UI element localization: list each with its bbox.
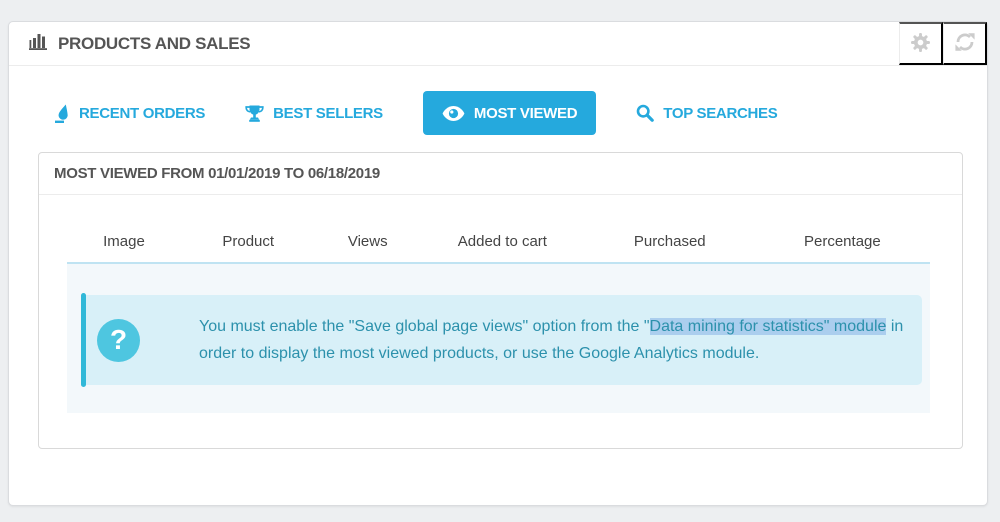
refresh-icon bbox=[954, 32, 975, 55]
tab-most-viewed[interactable]: MOST VIEWED bbox=[422, 91, 597, 135]
column-header-views: Views bbox=[347, 233, 388, 250]
eye-icon bbox=[442, 105, 465, 121]
tab-label: TOP SEARCHES bbox=[663, 104, 778, 122]
trophy-icon bbox=[245, 105, 264, 122]
column-header-product: Product bbox=[222, 233, 275, 250]
refresh-button[interactable] bbox=[943, 22, 987, 65]
notice-text: You must enable the "Save global page vi… bbox=[199, 313, 904, 367]
table-header-row: Image Product Views Added to cart Purcha… bbox=[67, 195, 930, 264]
table-body: ? You must enable the "Save global page … bbox=[67, 264, 930, 413]
tab-top-searches[interactable]: TOP SEARCHES bbox=[636, 104, 778, 122]
panel-header: PRODUCTS AND SALES bbox=[9, 22, 987, 66]
column-header-added-to-cart: Added to cart bbox=[457, 233, 547, 250]
most-viewed-section: MOST VIEWED FROM 01/01/2019 TO 06/18/201… bbox=[38, 152, 963, 449]
column-header-purchased: Purchased bbox=[633, 233, 706, 250]
notice-text-highlighted: Data mining for statistics" module bbox=[649, 318, 887, 335]
ink-drop-icon bbox=[55, 104, 70, 123]
tab-label: MOST VIEWED bbox=[473, 104, 578, 122]
tab-best-sellers[interactable]: BEST SELLERS bbox=[245, 105, 383, 122]
question-mark-icon: ? bbox=[97, 318, 140, 362]
most-viewed-heading: MOST VIEWED FROM 01/01/2019 TO 06/18/201… bbox=[39, 153, 962, 195]
settings-button[interactable] bbox=[899, 22, 943, 65]
column-header-image: Image bbox=[103, 233, 145, 250]
panel-actions bbox=[899, 22, 987, 65]
panel-title: PRODUCTS AND SALES bbox=[29, 33, 251, 55]
products-and-sales-panel: PRODUCTS AND SALES RECENT ORDERS BEST SE… bbox=[8, 21, 988, 506]
tab-recent-orders[interactable]: RECENT ORDERS bbox=[55, 104, 205, 123]
dashboard-tabs: RECENT ORDERS BEST SELLERS MOST VIEWED T… bbox=[55, 91, 987, 135]
gear-icon bbox=[910, 32, 931, 56]
search-icon bbox=[636, 104, 655, 122]
notice-text-part: You must enable the "Save global page vi… bbox=[199, 318, 650, 335]
column-header-percentage: Percentage bbox=[804, 233, 881, 250]
most-viewed-table: Image Product Views Added to cart Purcha… bbox=[67, 195, 930, 413]
tab-label: RECENT ORDERS bbox=[79, 104, 206, 122]
panel-title-label: PRODUCTS AND SALES bbox=[58, 33, 251, 53]
tab-label: BEST SELLERS bbox=[273, 104, 383, 122]
bar-chart-icon bbox=[29, 33, 49, 55]
info-notice: ? You must enable the "Save global page … bbox=[81, 293, 922, 387]
